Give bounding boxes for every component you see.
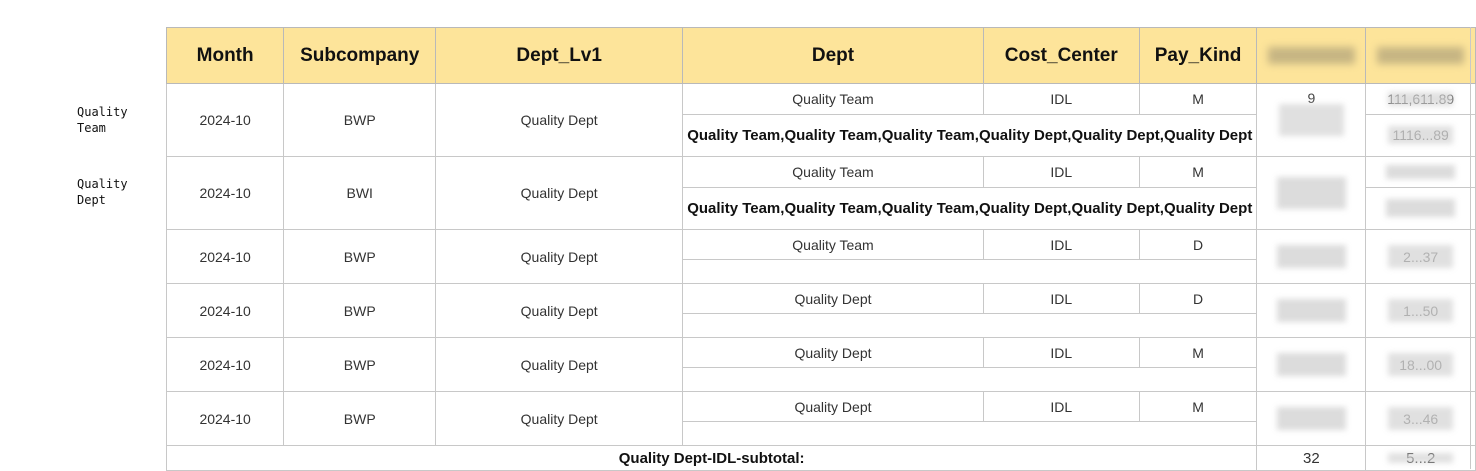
cell-cost-center: IDL	[982, 390, 1140, 423]
col-header-dept[interactable]: Dept	[682, 27, 984, 84]
cell-headcount	[1256, 391, 1367, 446]
cell-amount-detail: 1116...89	[1365, 113, 1476, 158]
cell-dept: Quality Dept	[682, 336, 984, 369]
subtotal-amount: 5...2	[1365, 445, 1476, 471]
cell-dept: Quality Team	[682, 156, 984, 188]
col-header-amount[interactable]	[1365, 27, 1476, 84]
cell-dept-lv1: Quality Dept	[435, 283, 684, 338]
cell-month: 2024-10	[165, 229, 285, 284]
cell-month: 2024-10	[165, 337, 285, 392]
cell-dept-detail: Quality Team,Quality Team,Quality Team,Q…	[682, 186, 1258, 231]
cell-dept-detail	[682, 367, 1258, 392]
cell-pay-kind: M	[1138, 156, 1258, 188]
cell-dept-lv1: Quality Dept	[435, 83, 684, 157]
cell-dept-lv1: Quality Dept	[435, 337, 684, 392]
col-header-headcount[interactable]: H	[1256, 27, 1367, 84]
cell-headcount	[1256, 283, 1367, 338]
cell-amount: 1...50	[1365, 283, 1476, 338]
table-row: 2024-10 BWP Quality Dept Quality Dept ID…	[165, 282, 1476, 338]
cell-month: 2024-10	[165, 83, 285, 157]
cell-pay-kind: M	[1138, 336, 1258, 369]
subtotal-headcount: 32	[1256, 445, 1367, 471]
cell-headcount: 9	[1256, 83, 1367, 157]
col-header-month[interactable]: Month	[165, 27, 285, 84]
subtotal-row: Quality Dept-IDL-subtotal: 32 5...2	[165, 445, 1476, 471]
table-row: 2024-10 BWP Quality Dept Quality Team ID…	[165, 83, 1476, 157]
subtotal-label: Quality Dept-IDL-subtotal:	[165, 445, 1258, 471]
cell-month: 2024-10	[165, 391, 285, 446]
table-row: 2024-10 BWP Quality Dept Quality Dept ID…	[165, 336, 1476, 392]
cell-amount-detail	[1365, 186, 1476, 231]
cell-amount: 2...37	[1365, 229, 1476, 284]
cell-pay-kind: D	[1138, 282, 1258, 315]
table-row: 2024-10 BWI Quality Dept Quality Team ID…	[165, 156, 1476, 230]
cell-dept-lv1: Quality Dept	[435, 229, 684, 284]
cell-dept-detail: Quality Team,Quality Team,Quality Team,Q…	[682, 113, 1258, 158]
cell-month: 2024-10	[165, 156, 285, 230]
cell-dept: Quality Team	[682, 228, 984, 261]
cell-pay-kind: M	[1138, 83, 1258, 115]
col-header-dept-lv1[interactable]: Dept_Lv1	[435, 27, 684, 84]
cell-cost-center: IDL	[982, 228, 1140, 261]
cell-dept: Quality Team	[682, 83, 984, 115]
header-row: Month Subcompany Dept_Lv1 Dept Cost_Cent…	[165, 27, 1476, 84]
cell-cost-center: IDL	[982, 83, 1140, 115]
cell-amount: 3...46	[1365, 391, 1476, 446]
side-label-quality-dept: Quality Dept	[77, 177, 128, 207]
table-row: 2024-10 BWP Quality Dept Quality Dept ID…	[165, 390, 1476, 446]
cell-subcompany: BWP	[283, 229, 437, 284]
table-row: 2024-10 BWP Quality Dept Quality Team ID…	[165, 228, 1476, 284]
col-header-pay-kind[interactable]: Pay_Kind	[1138, 27, 1258, 84]
cell-amount: 18...00	[1365, 337, 1476, 392]
cell-cost-center: IDL	[982, 282, 1140, 315]
col-header-subcompany[interactable]: Subcompany	[283, 27, 437, 84]
cell-dept: Quality Dept	[682, 282, 984, 315]
cell-dept: Quality Dept	[682, 390, 984, 423]
column-divider	[1470, 27, 1471, 469]
cell-subcompany: BWP	[283, 283, 437, 338]
cell-cost-center: IDL	[982, 336, 1140, 369]
cell-cost-center: IDL	[982, 156, 1140, 188]
cell-amount: 111,611.89	[1365, 83, 1476, 115]
cell-dept-detail	[682, 259, 1258, 284]
cell-dept-lv1: Quality Dept	[435, 391, 684, 446]
side-label-quality-team: Quality Team	[77, 105, 128, 135]
report-table: Month Subcompany Dept_Lv1 Dept Cost_Cent…	[165, 27, 1476, 471]
cell-subcompany: BWI	[283, 156, 437, 230]
cell-subcompany: BWP	[283, 83, 437, 157]
col-header-cost-center[interactable]: Cost_Center	[982, 27, 1140, 84]
cell-subcompany: BWP	[283, 337, 437, 392]
cell-pay-kind: M	[1138, 390, 1258, 423]
cell-month: 2024-10	[165, 283, 285, 338]
cell-headcount	[1256, 337, 1367, 392]
cell-subcompany: BWP	[283, 391, 437, 446]
cell-dept-detail	[682, 313, 1258, 338]
cell-dept-detail	[682, 421, 1258, 446]
cell-headcount	[1256, 229, 1367, 284]
cell-headcount	[1256, 156, 1367, 230]
cell-pay-kind: D	[1138, 228, 1258, 261]
cell-dept-lv1: Quality Dept	[435, 156, 684, 230]
cell-amount	[1365, 156, 1476, 188]
